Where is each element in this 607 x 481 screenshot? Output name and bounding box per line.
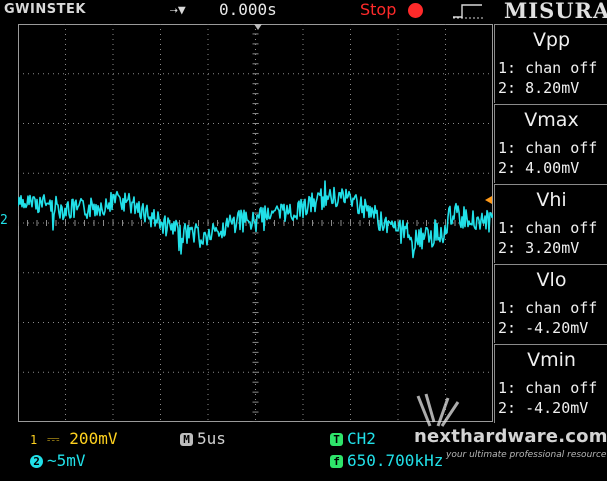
ch1-badge: 1 (30, 433, 38, 447)
timebase-badge: M (180, 433, 193, 446)
ch1-scale: 200mV (69, 429, 118, 448)
measure-vhi[interactable]: Vhi 1: chan off 2: 3.20mV (494, 184, 607, 263)
measure-ch2-value: 2: 8.20mV (498, 79, 580, 97)
misura-watermark: MISURA (504, 0, 607, 23)
timebase-settings[interactable]: M 5us (180, 429, 226, 448)
brand-logo: GWINSTEK (4, 2, 86, 17)
ac-coupling-icon: ~ (47, 451, 57, 470)
trigger-settings[interactable]: T CH2 (330, 429, 376, 448)
trigger-level-marker[interactable] (485, 196, 492, 204)
measure-title: Vmax (524, 109, 579, 131)
nexthardware-logo: nexthardware.com your ultimate professio… (376, 382, 607, 481)
measure-title: Vlo (536, 269, 567, 291)
measure-ch2-value: 2: 3.20mV (498, 239, 580, 257)
top-status-bar: GWINSTEK ⇢▼ 0.000s Stop MISURA (0, 0, 607, 23)
logo-tagline: your ultimate professional resource (446, 450, 607, 460)
dc-coupling-icon: ⎓ (46, 429, 60, 448)
ch2-scale: 5mV (56, 451, 86, 470)
trigger-time: 0.000s (219, 0, 277, 19)
run-state[interactable]: Stop (360, 0, 396, 19)
measure-title: Vhi (536, 189, 567, 211)
measure-vpp[interactable]: Vpp 1: chan off 2: 8.20mV (494, 24, 607, 103)
measure-vmax[interactable]: Vmax 1: chan off 2: 4.00mV (494, 104, 607, 183)
frequency-badge: f (330, 455, 343, 468)
measure-title: Vpp (532, 29, 571, 51)
measure-ch2-value: 2: -4.20mV (498, 319, 589, 337)
stop-icon (408, 3, 423, 18)
measure-ch1-value: 1: chan off (498, 59, 598, 77)
measure-vlo[interactable]: Vlo 1: chan off 2: -4.20mV (494, 264, 607, 343)
ch1-settings[interactable]: 1 ⎓ 200mV (30, 429, 117, 449)
measure-ch2-value: 2: 4.00mV (498, 159, 580, 177)
measurement-panel: Vpp 1: chan off 2: 8.20mV Vmax 1: chan o… (494, 24, 607, 424)
logo-text: nexthardware.com (414, 426, 607, 447)
ch2-ground-marker[interactable]: 2 (0, 213, 8, 228)
measure-ch1-value: 1: chan off (498, 219, 598, 237)
measure-ch1-value: 1: chan off (498, 299, 598, 317)
ch2-settings[interactable]: 2 ~5mV (30, 451, 86, 470)
rising-edge-icon (453, 4, 483, 19)
measure-ch1-value: 1: chan off (498, 139, 598, 157)
trigger-position-icon: ⇢▼ (170, 3, 186, 18)
waveform-display[interactable] (18, 24, 493, 422)
ch2-badge: 2 (30, 455, 43, 468)
measure-title: Vmin (527, 349, 576, 371)
timebase-value: 5us (197, 429, 226, 448)
trigger-badge: T (330, 433, 343, 446)
trigger-source: CH2 (347, 429, 376, 448)
